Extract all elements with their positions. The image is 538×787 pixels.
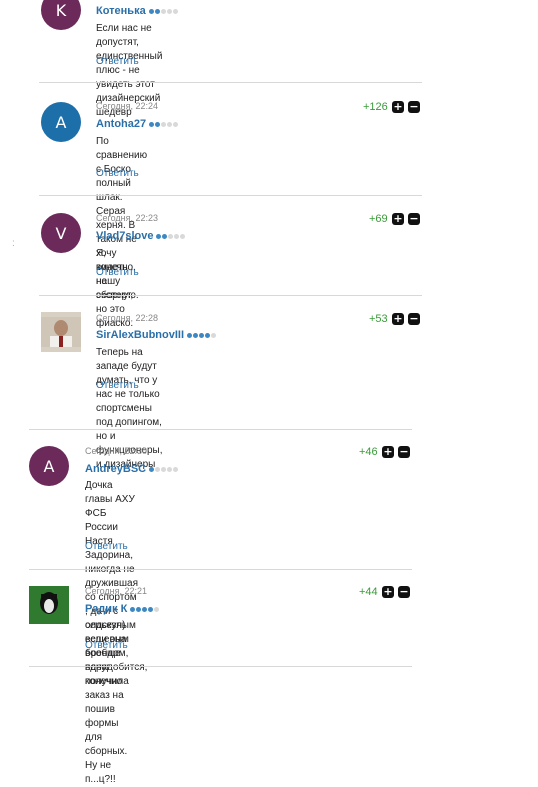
divider — [29, 666, 412, 667]
author-name-label: Радик К — [85, 603, 128, 615]
upvote-button[interactable]: + — [382, 586, 394, 598]
comment-text-line: олдскул) если она вообще понадобится, ко… — [85, 620, 148, 687]
upvote-button[interactable]: + — [392, 213, 404, 225]
reply-link[interactable]: Ответить — [85, 541, 128, 552]
comment-text-line: п...ц?!! — [85, 774, 116, 785]
author-name-label: Котенька — [96, 5, 146, 17]
comment-time: Сегодня, 22:28 — [96, 313, 163, 323]
author-name[interactable]: Vlad7slove — [96, 230, 186, 242]
avatar[interactable]: A — [29, 446, 69, 486]
score: +69 — [369, 213, 388, 225]
divider — [39, 195, 422, 196]
rating-dots — [149, 121, 179, 127]
comment-text-line: Дочка главы АХУ ФСБ России Настя Задорин… — [85, 480, 135, 575]
score: +53 — [369, 313, 388, 325]
upvote-button[interactable]: + — [392, 313, 404, 325]
score: +46 — [359, 446, 378, 458]
divider — [29, 569, 412, 570]
divider — [29, 429, 412, 430]
author-name[interactable]: AndreyBSC — [85, 463, 179, 475]
comment-time: Сегодня, 22:24 — [96, 101, 159, 111]
score: +126 — [363, 101, 388, 113]
reply-link[interactable]: Ответить — [96, 168, 139, 179]
downvote-button[interactable]: − — [398, 586, 410, 598]
downvote-button[interactable]: − — [408, 101, 420, 113]
downvote-button[interactable]: − — [398, 446, 410, 458]
comment-time: Сегодня, 22:30 — [85, 446, 152, 456]
avatar[interactable] — [29, 586, 69, 624]
downvote-button[interactable]: − — [408, 313, 420, 325]
avatar[interactable]: K — [41, 0, 81, 30]
author-name[interactable]: Котенька — [96, 5, 179, 17]
author-name-label: SirAlexBubnovIII — [96, 329, 185, 341]
rating-dots — [187, 332, 217, 338]
upvote-button[interactable]: + — [392, 101, 404, 113]
author-name[interactable]: Antoha27 — [96, 118, 179, 130]
divider — [39, 82, 422, 83]
upvote-button[interactable]: + — [382, 446, 394, 458]
author-name-label: Antoha27 — [96, 118, 147, 130]
avatar[interactable]: A — [41, 102, 81, 142]
profile-photo-icon — [29, 586, 69, 624]
score: +44 — [359, 586, 378, 598]
rating-dots — [149, 466, 179, 472]
reply-link[interactable]: Ответить — [96, 380, 139, 391]
comment-time: Сегодня, 22:21 — [85, 586, 148, 596]
rating-dots — [156, 233, 186, 239]
comment-time-label: Сегодня, 22:28 — [96, 313, 159, 323]
author-name-label: AndreyBSC — [85, 463, 147, 475]
rating-dots — [148, 8, 179, 14]
divider — [39, 295, 422, 296]
rating-dots — [130, 606, 160, 612]
side-marker: : — [12, 238, 15, 249]
comment-time-label: Сегодня, 22:30 — [85, 446, 148, 456]
comment-text: олдскул) если она вообще понадобится, ко… — [85, 619, 147, 689]
avatar[interactable]: V — [41, 213, 81, 253]
profile-photo-icon — [41, 317, 81, 347]
downvote-button[interactable]: − — [408, 213, 420, 225]
author-name[interactable]: Радик К — [85, 603, 160, 615]
reply-link[interactable]: Ответить — [96, 56, 139, 67]
avatar[interactable] — [41, 312, 81, 352]
reply-link[interactable]: Ответить — [96, 267, 139, 278]
author-name[interactable]: SirAlexBubnovIII — [96, 329, 217, 341]
reply-link[interactable]: Ответить — [85, 640, 128, 651]
comment-time: Сегодня, 22:23 — [96, 213, 159, 223]
author-name-label: Vlad7slove — [96, 230, 154, 242]
